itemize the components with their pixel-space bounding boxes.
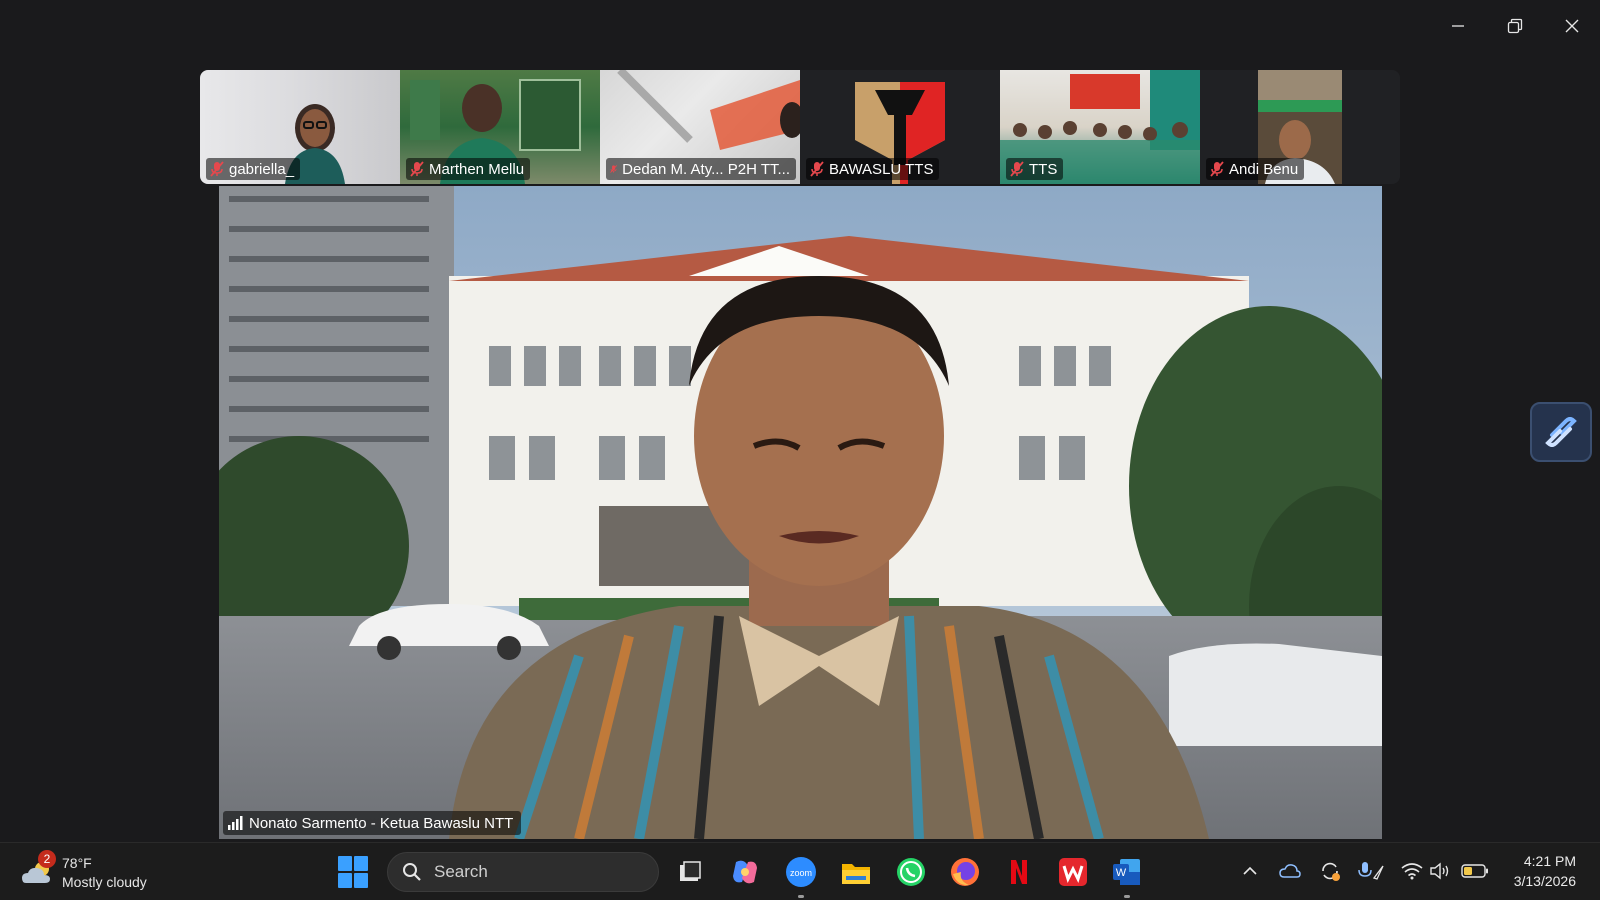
taskbar-app-zoom[interactable]: zoom: [783, 854, 819, 898]
participant-name-label: TTS: [1006, 158, 1064, 180]
microphone-tray[interactable]: [1356, 853, 1386, 889]
speaker-volume-icon: [1430, 862, 1449, 880]
microphone-in-use-icon: [1358, 862, 1384, 880]
running-indicator: [1124, 895, 1130, 898]
battery-tray[interactable]: [1460, 853, 1490, 889]
windows-logo-pane: [354, 856, 368, 871]
zoom-icon: zoom: [786, 857, 816, 887]
participant-name: Andi Benu: [1229, 160, 1299, 178]
taskbar-app-word[interactable]: W: [1109, 854, 1145, 898]
mic-muted-icon: [210, 161, 224, 177]
participant-tile[interactable]: BAWASLU TTS: [800, 70, 1000, 184]
windows-taskbar: 2 78°F Mostly cloudy Search zoom W 4:21 …: [0, 842, 1600, 900]
taskbar-clock[interactable]: 4:21 PM 3/13/2026: [1514, 851, 1576, 891]
start-button[interactable]: [338, 856, 370, 888]
minimize-icon: [1451, 25, 1464, 27]
running-indicator: [798, 895, 804, 898]
participant-tile[interactable]: TTS: [1000, 70, 1200, 184]
participant-name: Dedan M. Aty... P2H TT...: [622, 160, 790, 178]
weather-condition: Mostly cloudy: [62, 874, 147, 890]
minimize-button[interactable]: [1429, 0, 1486, 52]
cloud-sync-icon: [1279, 864, 1301, 878]
weather-texts: 78°F Mostly cloudy: [62, 854, 147, 892]
volume-tray[interactable]: [1428, 853, 1452, 889]
notification-badge: 2: [38, 850, 56, 868]
mic-muted-icon: [1210, 161, 1224, 177]
search-icon: [403, 863, 421, 881]
show-hidden-icons-button[interactable]: [1238, 853, 1262, 889]
participant-name: gabriella_: [229, 160, 295, 178]
mic-muted-icon: [810, 161, 824, 177]
taskbar-app-task-view[interactable]: [672, 854, 708, 890]
window-controls: [1429, 0, 1600, 52]
weather-widget[interactable]: 2 78°F Mostly cloudy: [20, 850, 180, 895]
participant-name-label: BAWASLU TTS: [806, 158, 940, 180]
participant-name-label: gabriella_: [206, 158, 301, 180]
taskbar-app-file-explorer[interactable]: [838, 854, 874, 890]
wps-icon: [1059, 858, 1087, 886]
participant-strip: gabriella_ Marthen Mellu Dedan M. Aty...…: [200, 70, 1400, 184]
participant-name-label: Dedan M. Aty... P2H TT...: [606, 158, 796, 180]
chevron-up-icon: [1243, 866, 1257, 875]
file-explorer-dark-icon: [680, 861, 701, 881]
clock-date: 3/13/2026: [1513, 873, 1576, 889]
svg-text:W: W: [1116, 867, 1127, 879]
participant-tile[interactable]: gabriella_: [200, 70, 400, 184]
participant-name-label: Andi Benu: [1206, 158, 1305, 180]
active-speaker-video[interactable]: Nonato Sarmento - Ketua Bawaslu NTT: [219, 186, 1382, 839]
taskbar-search[interactable]: Search: [387, 852, 659, 892]
speaker-video-scene: [219, 186, 1382, 839]
taskbar-app-firefox[interactable]: [947, 854, 983, 890]
app-logo-icon: [1545, 417, 1577, 447]
floating-app-button[interactable]: [1530, 402, 1592, 462]
active-speaker-label: Nonato Sarmento - Ketua Bawaslu NTT: [223, 811, 522, 835]
taskbar-app-netflix[interactable]: [1001, 854, 1037, 890]
participant-tile[interactable]: Marthen Mellu: [400, 70, 600, 184]
participant-name: Marthen Mellu: [429, 160, 525, 178]
svg-text:zoom: zoom: [790, 868, 812, 878]
mic-muted-icon: [610, 165, 617, 173]
sync-status-tray[interactable]: [1318, 853, 1342, 889]
taskbar-app-copilot[interactable]: [727, 854, 763, 890]
battery-icon: [1461, 864, 1488, 878]
firefox-icon: [951, 858, 979, 886]
folder-icon: [842, 864, 870, 884]
restore-button[interactable]: [1486, 0, 1543, 52]
signal-strength-icon: [228, 816, 243, 830]
mic-muted-icon: [410, 161, 424, 177]
participant-name: BAWASLU TTS: [829, 160, 934, 178]
netflix-icon: [1011, 860, 1027, 884]
participant-tile[interactable]: Dedan M. Aty... P2H TT...: [600, 70, 800, 184]
close-icon: [1565, 19, 1578, 33]
copilot-icon: [733, 860, 757, 884]
zoom-meeting-window: gabriella_ Marthen Mellu Dedan M. Aty...…: [0, 0, 1600, 842]
windows-logo-pane: [338, 856, 352, 871]
wifi-icon: [1401, 863, 1423, 880]
whatsapp-icon: [897, 858, 925, 886]
onedrive-tray[interactable]: [1278, 853, 1302, 889]
active-speaker-name: Nonato Sarmento - Ketua Bawaslu NTT: [249, 814, 514, 832]
participant-tile[interactable]: Andi Benu: [1200, 70, 1400, 184]
taskbar-app-wps[interactable]: [1055, 854, 1091, 890]
participant-name: TTS: [1029, 160, 1058, 178]
sync-alert-icon: [1322, 862, 1340, 881]
clock-time: 4:21 PM: [1523, 853, 1576, 869]
search-label: Search: [434, 862, 488, 881]
wifi-tray[interactable]: [1400, 853, 1424, 889]
participant-name-label: Marthen Mellu: [406, 158, 531, 180]
weather-temperature: 78°F: [62, 855, 92, 871]
restore-icon: [1507, 18, 1522, 34]
taskbar-app-whatsapp[interactable]: [893, 854, 929, 890]
mic-muted-icon: [1010, 161, 1024, 177]
windows-logo-pane: [354, 873, 368, 888]
word-icon: W: [1113, 859, 1140, 885]
close-button[interactable]: [1543, 0, 1600, 52]
windows-logo-pane: [338, 873, 352, 888]
